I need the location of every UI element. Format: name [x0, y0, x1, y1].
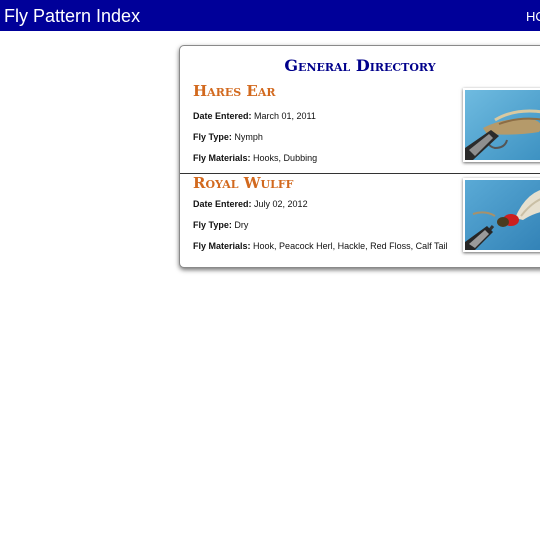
- site-title-link[interactable]: Fly Pattern Index: [4, 5, 140, 27]
- type-label: Fly Type:: [193, 132, 232, 142]
- fly-name-link[interactable]: Royal Wulff: [193, 174, 293, 192]
- materials-label: Fly Materials:: [193, 153, 251, 163]
- directory-card: General Directory Hares Ear Date Entered…: [179, 45, 540, 268]
- type-value: Nymph: [234, 132, 263, 142]
- royal-wulff-photo: [465, 180, 540, 250]
- materials-value: Hook, Peacock Herl, Hackle, Red Floss, C…: [253, 241, 448, 251]
- fly-type: Fly Type: Nymph: [193, 132, 263, 143]
- top-bar: Fly Pattern Index HOME: [0, 0, 540, 31]
- materials-label: Fly Materials:: [193, 241, 251, 251]
- hares-ear-photo: [465, 90, 540, 160]
- type-value: Dry: [234, 220, 249, 230]
- fly-materials: Fly Materials: Hook, Peacock Herl, Hackl…: [193, 241, 447, 252]
- materials-value: Hooks, Dubbing: [253, 153, 318, 163]
- fly-photo-icon[interactable]: [463, 178, 540, 252]
- date-label: Date Entered:: [193, 111, 252, 121]
- fly-materials: Fly Materials: Hooks, Dubbing: [193, 153, 317, 164]
- date-entered: Date Entered: July 02, 2012: [193, 199, 308, 210]
- type-label: Fly Type:: [193, 220, 232, 230]
- fly-name-link[interactable]: Hares Ear: [193, 82, 276, 100]
- directory-title: General Directory: [284, 56, 436, 75]
- fly-photo-icon[interactable]: [463, 88, 540, 162]
- date-entered: Date Entered: March 01, 2011: [193, 111, 316, 122]
- fly-entry: Royal Wulff Date Entered: July 02, 2012 …: [180, 173, 540, 263]
- date-value: March 01, 2011: [254, 111, 316, 121]
- nav-home-link[interactable]: HOME: [526, 9, 540, 24]
- date-value: July 02, 2012: [254, 199, 308, 209]
- date-label: Date Entered:: [193, 199, 252, 209]
- fly-entry: Hares Ear Date Entered: March 01, 2011 F…: [180, 82, 540, 172]
- fly-type: Fly Type: Dry: [193, 220, 248, 231]
